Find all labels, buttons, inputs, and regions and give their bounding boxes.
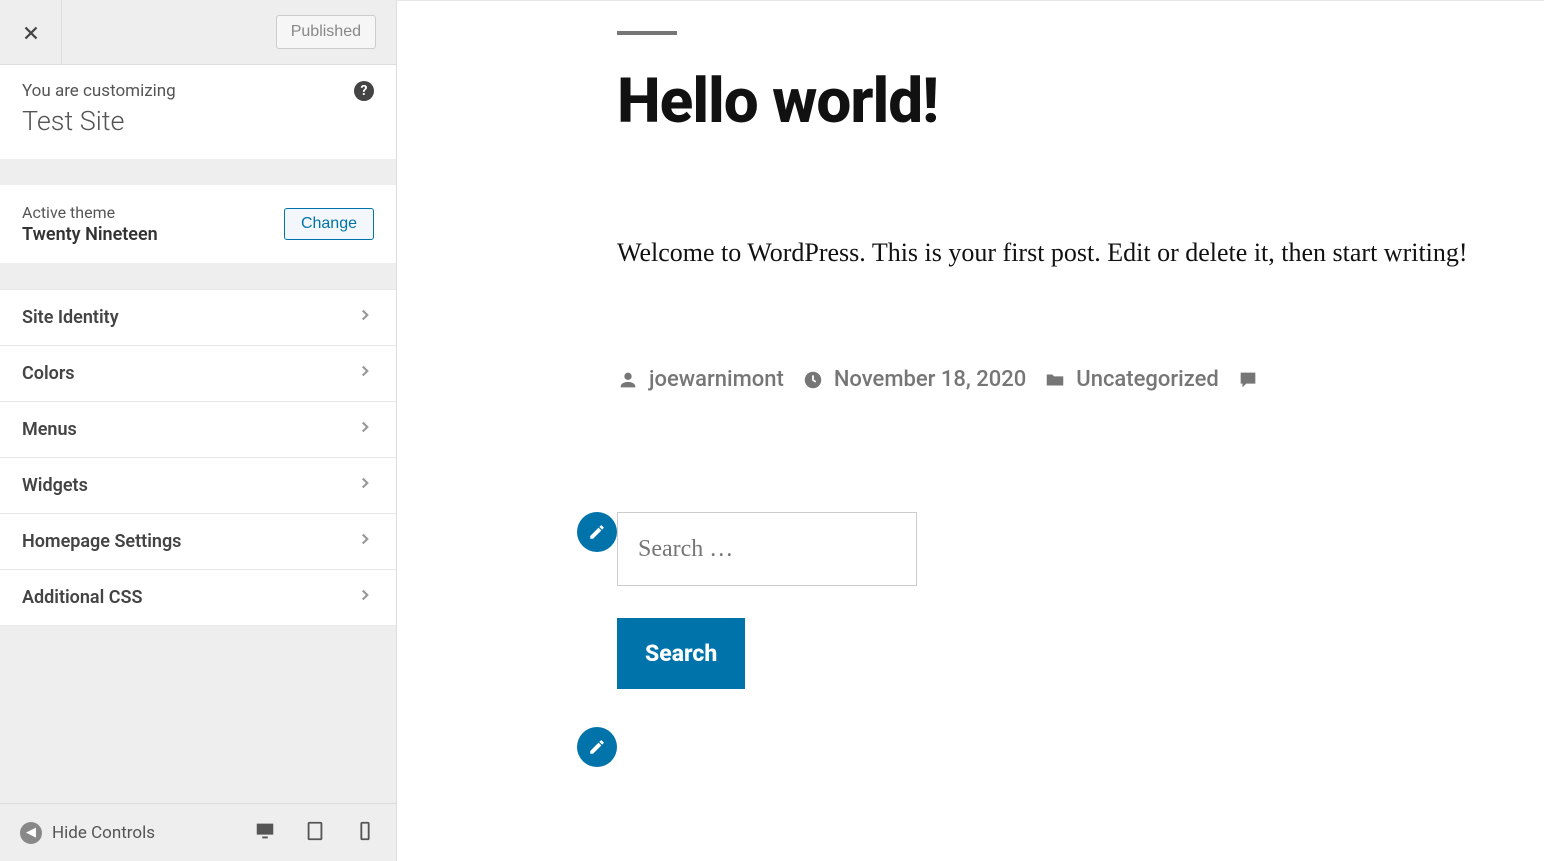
device-toggles <box>254 820 376 846</box>
device-desktop-button[interactable] <box>254 820 276 846</box>
search-widget: Search <box>617 512 1494 689</box>
chevron-right-icon <box>356 530 374 553</box>
panel-label: Site Identity <box>22 307 119 328</box>
panel-label: Colors <box>22 363 75 384</box>
panel-label: Widgets <box>22 475 88 496</box>
help-icon[interactable]: ? <box>354 81 374 101</box>
panel-menus[interactable]: Menus <box>0 401 396 457</box>
comment-icon <box>1237 369 1259 391</box>
folder-icon <box>1044 369 1066 391</box>
chevron-right-icon <box>356 586 374 609</box>
post-content: Hello world! Welcome to WordPress. This … <box>397 1 1544 689</box>
collapse-icon: ◀ <box>20 822 42 844</box>
theme-info: Active theme Twenty Nineteen <box>22 203 158 245</box>
close-icon <box>20 22 42 44</box>
theme-name: Twenty Nineteen <box>22 224 158 245</box>
publish-status-button[interactable]: Published <box>276 15 376 49</box>
device-mobile-button[interactable] <box>354 820 376 846</box>
sidebar-filler <box>0 626 396 803</box>
device-tablet-button[interactable] <box>304 820 326 846</box>
panel-homepage-settings[interactable]: Homepage Settings <box>0 513 396 569</box>
panel-label: Additional CSS <box>22 587 142 608</box>
meta-category[interactable]: Uncategorized <box>1044 367 1219 392</box>
chevron-right-icon <box>356 474 374 497</box>
panel-widgets[interactable]: Widgets <box>0 457 396 513</box>
edit-shortcut-button[interactable] <box>577 512 617 552</box>
post-body: Welcome to WordPress. This is your first… <box>617 228 1494 277</box>
search-button[interactable]: Search <box>617 618 745 689</box>
mobile-icon <box>354 820 376 842</box>
customizer-sidebar: Published You are customizing Test Site … <box>0 0 397 861</box>
theme-label: Active theme <box>22 203 158 222</box>
meta-comments[interactable] <box>1237 369 1259 391</box>
sidebar-footer: ◀ Hide Controls <box>0 803 396 861</box>
close-button[interactable] <box>0 0 62 65</box>
edit-shortcut-button[interactable] <box>577 727 617 767</box>
post-date: November 18, 2020 <box>834 367 1026 392</box>
search-input[interactable] <box>617 512 917 586</box>
site-title: Test Site <box>22 105 374 137</box>
chevron-right-icon <box>356 362 374 385</box>
meta-author[interactable]: joewarnimont <box>617 367 784 392</box>
divider <box>0 159 396 185</box>
desktop-icon <box>254 820 276 842</box>
change-theme-button[interactable]: Change <box>284 208 374 240</box>
category-name: Uncategorized <box>1076 367 1219 392</box>
customizing-info: You are customizing Test Site ? <box>0 65 396 159</box>
panel-colors[interactable]: Colors <box>0 345 396 401</box>
panel-label: Menus <box>22 419 77 440</box>
pencil-icon <box>588 738 606 756</box>
customizer-panels: Site Identity Colors Menus Widgets Homep… <box>0 289 396 626</box>
pencil-icon <box>588 523 606 541</box>
divider <box>0 263 396 289</box>
title-decoration <box>617 31 677 35</box>
sidebar-topbar: Published <box>0 0 396 65</box>
post-title: Hello world! <box>617 65 1494 138</box>
hide-controls-label: Hide Controls <box>52 823 155 843</box>
meta-date[interactable]: November 18, 2020 <box>802 367 1026 392</box>
person-icon <box>617 369 639 391</box>
tablet-icon <box>304 820 326 842</box>
customizing-label: You are customizing <box>22 81 374 101</box>
clock-icon <box>802 369 824 391</box>
chevron-right-icon <box>356 418 374 441</box>
author-name: joewarnimont <box>649 367 784 392</box>
post-meta: joewarnimont November 18, 2020 Uncategor… <box>617 367 1494 392</box>
panel-additional-css[interactable]: Additional CSS <box>0 569 396 626</box>
panel-site-identity[interactable]: Site Identity <box>0 289 396 345</box>
active-theme-row: Active theme Twenty Nineteen Change <box>0 185 396 263</box>
chevron-right-icon <box>356 306 374 329</box>
topbar-actions: Published <box>62 0 396 64</box>
site-preview: Hello world! Welcome to WordPress. This … <box>397 0 1544 861</box>
hide-controls-button[interactable]: ◀ Hide Controls <box>20 822 254 844</box>
panel-label: Homepage Settings <box>22 531 181 552</box>
